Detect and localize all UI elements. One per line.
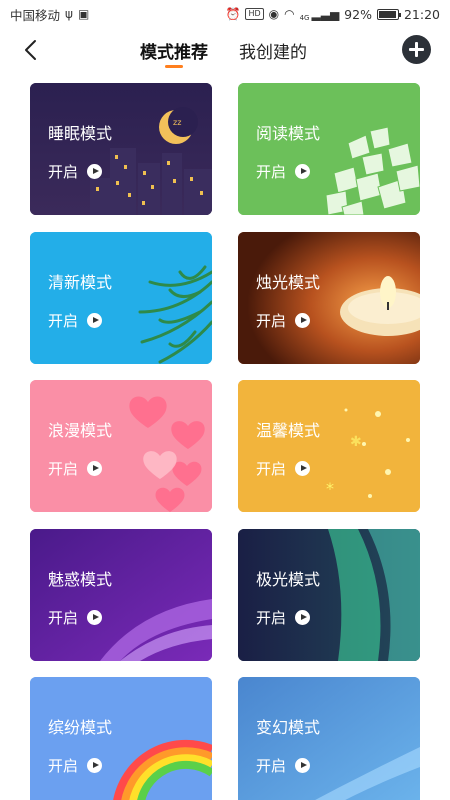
open-label: 开启 — [256, 757, 287, 775]
card-title: 变幻模式 — [256, 718, 321, 737]
svg-text:zz: zz — [173, 118, 181, 127]
open-button[interactable]: 开启 — [48, 607, 103, 628]
top-nav: 模式推荐 我创建的 — [0, 30, 450, 74]
card-title: 温馨模式 — [256, 421, 321, 440]
signal-icon: ▂▃▅ — [311, 7, 340, 21]
status-bar: 中国移动 ψ ▣ ⏰ HD ◉ ◠ 4G ▂▃▅ 92% 21:20 — [0, 0, 450, 28]
svg-text:✱: ✱ — [350, 434, 362, 450]
add-mode-button[interactable] — [402, 35, 431, 64]
sparkles-illustration: * ✱ — [238, 380, 420, 512]
svg-text:*: * — [326, 479, 334, 498]
card-title: 魅惑模式 — [48, 570, 113, 589]
mode-card-fresh[interactable]: 清新模式 开启 — [30, 232, 212, 364]
mode-card-romantic[interactable]: 浪漫模式 开启 — [30, 380, 212, 512]
card-title: 缤纷模式 — [48, 718, 113, 737]
carrier-label: 中国移动 — [10, 7, 61, 23]
aurora-illustration — [238, 529, 420, 661]
open-button[interactable]: 开启 — [48, 310, 103, 331]
hd-badge: HD — [245, 8, 264, 20]
open-label: 开启 — [256, 460, 287, 478]
card-title: 睡眠模式 — [48, 124, 113, 143]
clock: 21:20 — [403, 6, 440, 22]
rainbow-illustration — [30, 677, 212, 800]
card-title: 极光模式 — [256, 570, 321, 589]
notification-icon: ▣ — [77, 7, 90, 21]
network-type: 4G — [299, 13, 310, 22]
chevron-left-icon — [25, 40, 36, 60]
blue-wave-illustration — [238, 677, 420, 800]
eye-icon: ◉ — [268, 7, 280, 21]
open-button[interactable]: 开启 — [256, 607, 311, 628]
open-label: 开启 — [256, 609, 287, 627]
mode-card-changing[interactable]: 变幻模式 开启 — [238, 677, 420, 800]
battery-percent: 92% — [344, 6, 372, 22]
open-button[interactable]: 开启 — [256, 161, 311, 182]
mode-card-warm[interactable]: * ✱ 温馨模式 开启 — [238, 380, 420, 512]
night-city-illustration: zz — [30, 83, 212, 215]
open-button[interactable]: 开启 — [256, 458, 311, 479]
play-icon — [87, 758, 103, 773]
usb-icon: ψ — [65, 7, 73, 21]
alarm-icon: ⏰ — [225, 7, 241, 21]
open-label: 开启 — [256, 312, 287, 330]
open-label: 开启 — [48, 757, 79, 775]
tab-recommended[interactable]: 模式推荐 — [140, 38, 208, 63]
play-icon — [295, 758, 311, 773]
open-label: 开启 — [48, 609, 79, 627]
battery-icon — [376, 8, 401, 20]
open-button[interactable]: 开启 — [256, 310, 311, 331]
mode-card-candle[interactable]: 烛光模式 开启 — [238, 232, 420, 364]
card-title: 阅读模式 — [256, 124, 321, 143]
play-icon — [295, 610, 311, 625]
mode-card-sleep[interactable]: zz 睡眠模式 开启 — [30, 83, 212, 215]
open-label: 开启 — [256, 163, 287, 181]
purple-wave-illustration — [30, 529, 212, 661]
palm-leaves-illustration — [30, 232, 212, 364]
wifi-icon: ◠ — [284, 7, 295, 21]
play-icon — [295, 164, 311, 179]
active-tab-indicator — [165, 65, 183, 68]
card-title: 清新模式 — [48, 273, 113, 292]
mode-card-aurora[interactable]: 极光模式 开启 — [238, 529, 420, 661]
mode-card-reading[interactable]: 阅读模式 开启 — [238, 83, 420, 215]
card-title: 浪漫模式 — [48, 421, 113, 440]
mode-card-charm[interactable]: 魅惑模式 开启 — [30, 529, 212, 661]
back-button[interactable] — [18, 36, 46, 64]
play-icon — [87, 461, 103, 476]
hearts-illustration — [30, 380, 212, 512]
card-title: 烛光模式 — [256, 273, 321, 292]
mode-card-colorful[interactable]: 缤纷模式 开启 — [30, 677, 212, 800]
play-icon — [87, 313, 103, 328]
open-button[interactable]: 开启 — [48, 161, 103, 182]
open-label: 开启 — [48, 163, 79, 181]
play-icon — [87, 610, 103, 625]
play-icon — [87, 164, 103, 179]
open-label: 开启 — [48, 312, 79, 330]
candle-illustration — [238, 232, 420, 364]
open-button[interactable]: 开启 — [256, 755, 311, 776]
open-label: 开启 — [48, 460, 79, 478]
play-icon — [295, 461, 311, 476]
play-icon — [295, 313, 311, 328]
open-button[interactable]: 开启 — [48, 458, 103, 479]
books-illustration — [238, 83, 420, 215]
tab-my-created[interactable]: 我创建的 — [239, 38, 307, 63]
open-button[interactable]: 开启 — [48, 755, 103, 776]
